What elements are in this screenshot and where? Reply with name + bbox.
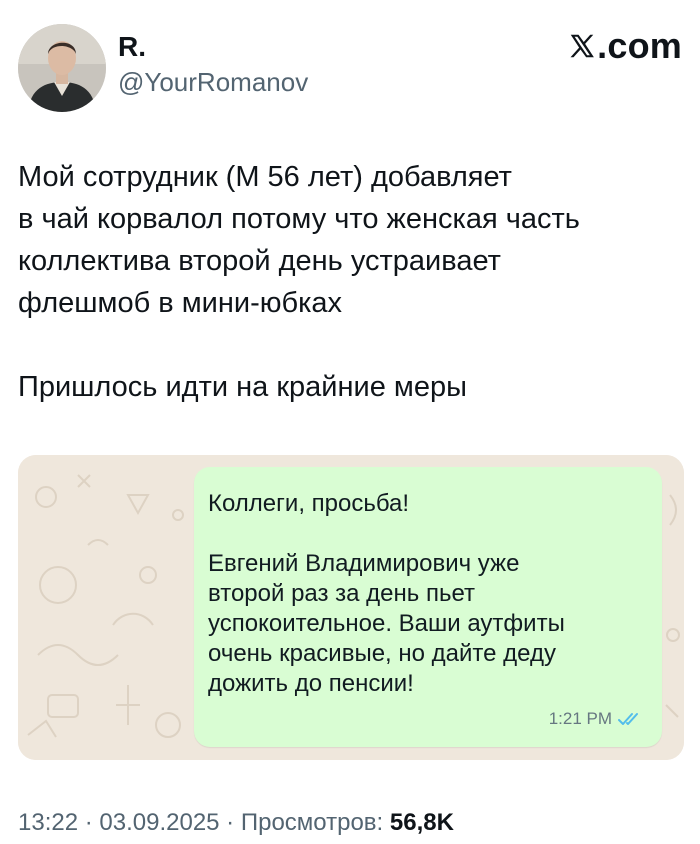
message-meta: 1:21 PM: [549, 709, 642, 729]
tweet-time[interactable]: 13:22: [18, 809, 78, 836]
chat-message-text: Коллеги, просьба! Евгений Владимирович у…: [208, 490, 565, 697]
user-handle[interactable]: @YourRomanov: [118, 66, 308, 98]
tweet-date[interactable]: 03.09.2025: [99, 809, 219, 836]
author-block: R. @YourRomanov: [118, 30, 308, 98]
avatar[interactable]: [18, 24, 106, 112]
tweet-media-image[interactable]: Коллеги, просьба! Евгений Владимирович у…: [18, 455, 684, 760]
chat-message-bubble[interactable]: Коллеги, просьба! Евгений Владимирович у…: [194, 467, 662, 747]
display-name[interactable]: R.: [118, 30, 308, 64]
tweet-text: Мой сотрудник (М 56 лет) добавляет в чай…: [18, 161, 580, 403]
brand-domain-text: .com: [597, 25, 682, 66]
tweet-header: R. @YourRomanov .com: [18, 24, 682, 114]
x-logo-icon: [570, 34, 595, 58]
x-brand: .com: [567, 26, 682, 66]
views-count[interactable]: 56,8K: [390, 809, 454, 836]
views-label: Просмотров:: [240, 809, 384, 836]
footer-separator: ·: [78, 809, 100, 836]
double-check-icon: [618, 713, 638, 725]
message-time: 1:21 PM: [548, 709, 612, 728]
tweet-footer: 13:22 · 03.09.2025 · Просмотров: 56,8K: [18, 808, 678, 838]
footer-separator-2: ·: [219, 809, 241, 836]
